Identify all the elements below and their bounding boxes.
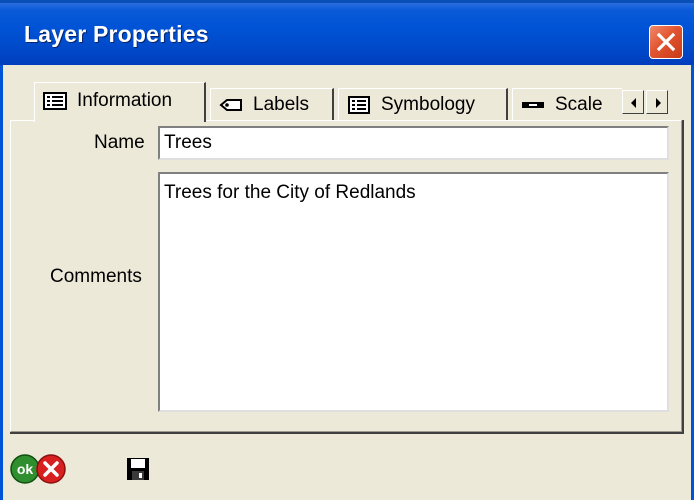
tab-scroll-left-button[interactable] xyxy=(622,90,644,114)
cancel-button[interactable] xyxy=(36,454,66,484)
arrow-left-icon xyxy=(631,98,636,108)
close-button[interactable] xyxy=(649,25,683,59)
save-button[interactable] xyxy=(125,456,151,482)
name-input[interactable] xyxy=(158,126,669,160)
tab-symbology[interactable]: Symbology xyxy=(338,88,508,120)
tab-labels[interactable]: Labels xyxy=(210,88,334,120)
close-icon xyxy=(656,32,676,52)
scale-bar-icon xyxy=(522,101,544,108)
floppy-disk-icon xyxy=(127,458,149,480)
bottom-toolbar: ok xyxy=(0,448,694,500)
tab-strip: Information Labels Symbology Scale xyxy=(0,0,622,130)
arrow-right-icon xyxy=(656,98,661,108)
symbology-icon xyxy=(348,95,370,114)
info-list-icon xyxy=(43,91,67,110)
tab-scale[interactable]: Scale xyxy=(512,88,622,120)
tab-label: Symbology xyxy=(381,93,475,115)
cancel-icon xyxy=(36,454,66,484)
layer-properties-dialog: Layer Properties Information Labels Symb… xyxy=(0,0,694,500)
tab-scroll-right-button[interactable] xyxy=(646,90,668,114)
tab-label: Scale xyxy=(555,93,603,115)
tab-label: Information xyxy=(77,89,173,111)
panel-shadow xyxy=(10,432,684,434)
window-border-left xyxy=(0,65,3,500)
label-tag-icon xyxy=(219,98,242,111)
tab-information[interactable]: Information xyxy=(34,82,206,122)
comments-textarea[interactable]: Trees for the City of Redlands xyxy=(158,172,669,412)
ok-button-text: ok xyxy=(17,461,34,477)
comments-label: Comments xyxy=(50,266,142,287)
tab-label: Labels xyxy=(253,93,309,115)
name-label: Name xyxy=(94,132,145,153)
